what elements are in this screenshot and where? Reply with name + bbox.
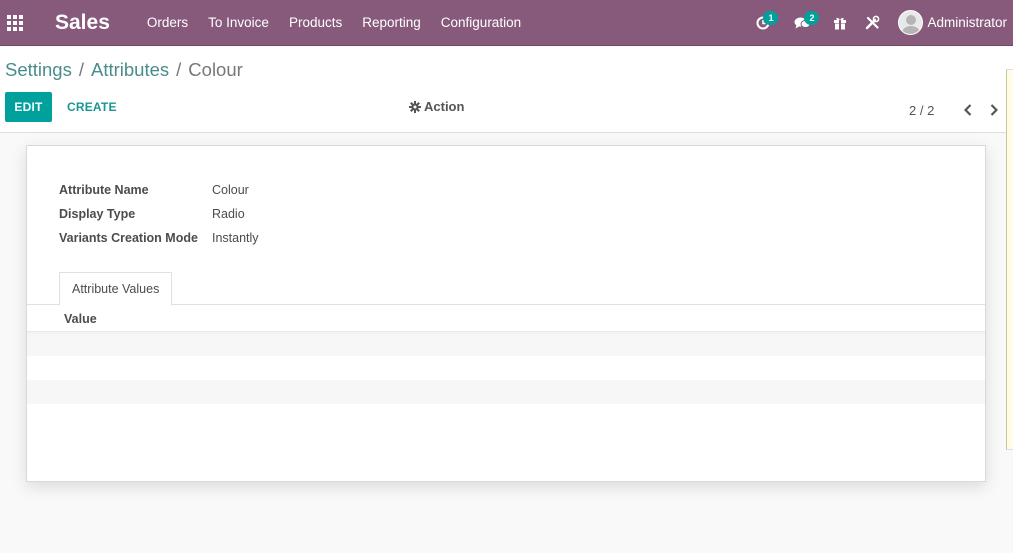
systray: 1 2 Administrator	[746, 0, 1013, 46]
chevron-right-icon	[991, 104, 999, 116]
avatar	[898, 10, 924, 35]
breadcrumb: Settings / Attributes / Colour	[5, 59, 243, 81]
pager: 2 / 2	[904, 99, 1007, 121]
action-dropdown[interactable]: Action	[409, 99, 464, 114]
menu-item-to-invoice[interactable]: To Invoice	[198, 0, 279, 46]
gift-icon	[834, 17, 847, 29]
field-value: Instantly	[212, 231, 259, 245]
chevron-left-icon	[964, 104, 972, 116]
debug-tools-button[interactable]	[855, 0, 890, 46]
tab-attribute-values[interactable]: Attribute Values	[59, 272, 173, 306]
table-row	[27, 380, 985, 404]
pager-next-button[interactable]	[981, 99, 1007, 121]
gift-button[interactable]	[825, 0, 855, 46]
notebook-tabs: Attribute Values	[27, 272, 985, 306]
menu-item-products[interactable]: Products	[279, 0, 352, 46]
breadcrumb-attributes[interactable]: Attributes	[91, 59, 169, 81]
field-display-type: Display Type Radio	[59, 207, 245, 221]
field-variants-creation-mode: Variants Creation Mode Instantly	[59, 231, 259, 245]
table-row	[27, 404, 985, 428]
attribute-values-table: Value	[27, 306, 985, 428]
action-label: Action	[424, 99, 465, 114]
chatter-side-strip	[1006, 69, 1013, 450]
tools-icon	[866, 15, 880, 30]
user-name: Administrator	[927, 15, 1007, 30]
edit-button[interactable]: EDIT	[5, 92, 52, 122]
breadcrumb-separator: /	[78, 59, 84, 80]
user-menu[interactable]: Administrator	[890, 0, 1013, 46]
table-header-value[interactable]: Value	[27, 306, 985, 332]
field-value: Colour	[212, 183, 249, 197]
messages-button[interactable]: 2	[782, 0, 825, 46]
field-attribute-name: Attribute Name Colour	[59, 183, 249, 197]
app-brand[interactable]: Sales	[55, 11, 110, 35]
activity-button[interactable]: 1	[746, 0, 782, 46]
field-label: Display Type	[59, 207, 136, 221]
breadcrumb-current: Colour	[188, 59, 243, 80]
table-row	[27, 356, 985, 380]
top-navbar: Sales Orders To Invoice Products Reporti…	[0, 0, 1013, 46]
table-row	[27, 332, 985, 356]
messages-count-badge: 2	[804, 10, 820, 25]
gear-icon	[409, 100, 421, 113]
field-value: Radio	[212, 207, 245, 221]
field-label: Attribute Name	[59, 183, 149, 197]
pager-previous-button[interactable]	[955, 99, 981, 121]
field-label: Variants Creation Mode	[59, 231, 198, 245]
main-menu: Orders To Invoice Products Reporting Con…	[137, 0, 531, 46]
form-sheet: Attribute Name Colour Display Type Radio…	[26, 145, 986, 482]
breadcrumb-separator: /	[176, 59, 182, 80]
menu-item-reporting[interactable]: Reporting	[352, 0, 431, 46]
apps-grid-icon	[7, 14, 23, 31]
menu-item-configuration[interactable]: Configuration	[431, 0, 531, 46]
breadcrumb-settings[interactable]: Settings	[5, 59, 72, 81]
activity-count-badge: 1	[763, 10, 779, 25]
pager-value[interactable]: 2 / 2	[904, 103, 939, 118]
control-panel: Settings / Attributes / Colour EDIT CREA…	[0, 47, 1013, 133]
apps-menu-button[interactable]	[0, 0, 30, 46]
create-button[interactable]: CREATE	[58, 92, 126, 122]
menu-item-orders[interactable]: Orders	[137, 0, 198, 46]
